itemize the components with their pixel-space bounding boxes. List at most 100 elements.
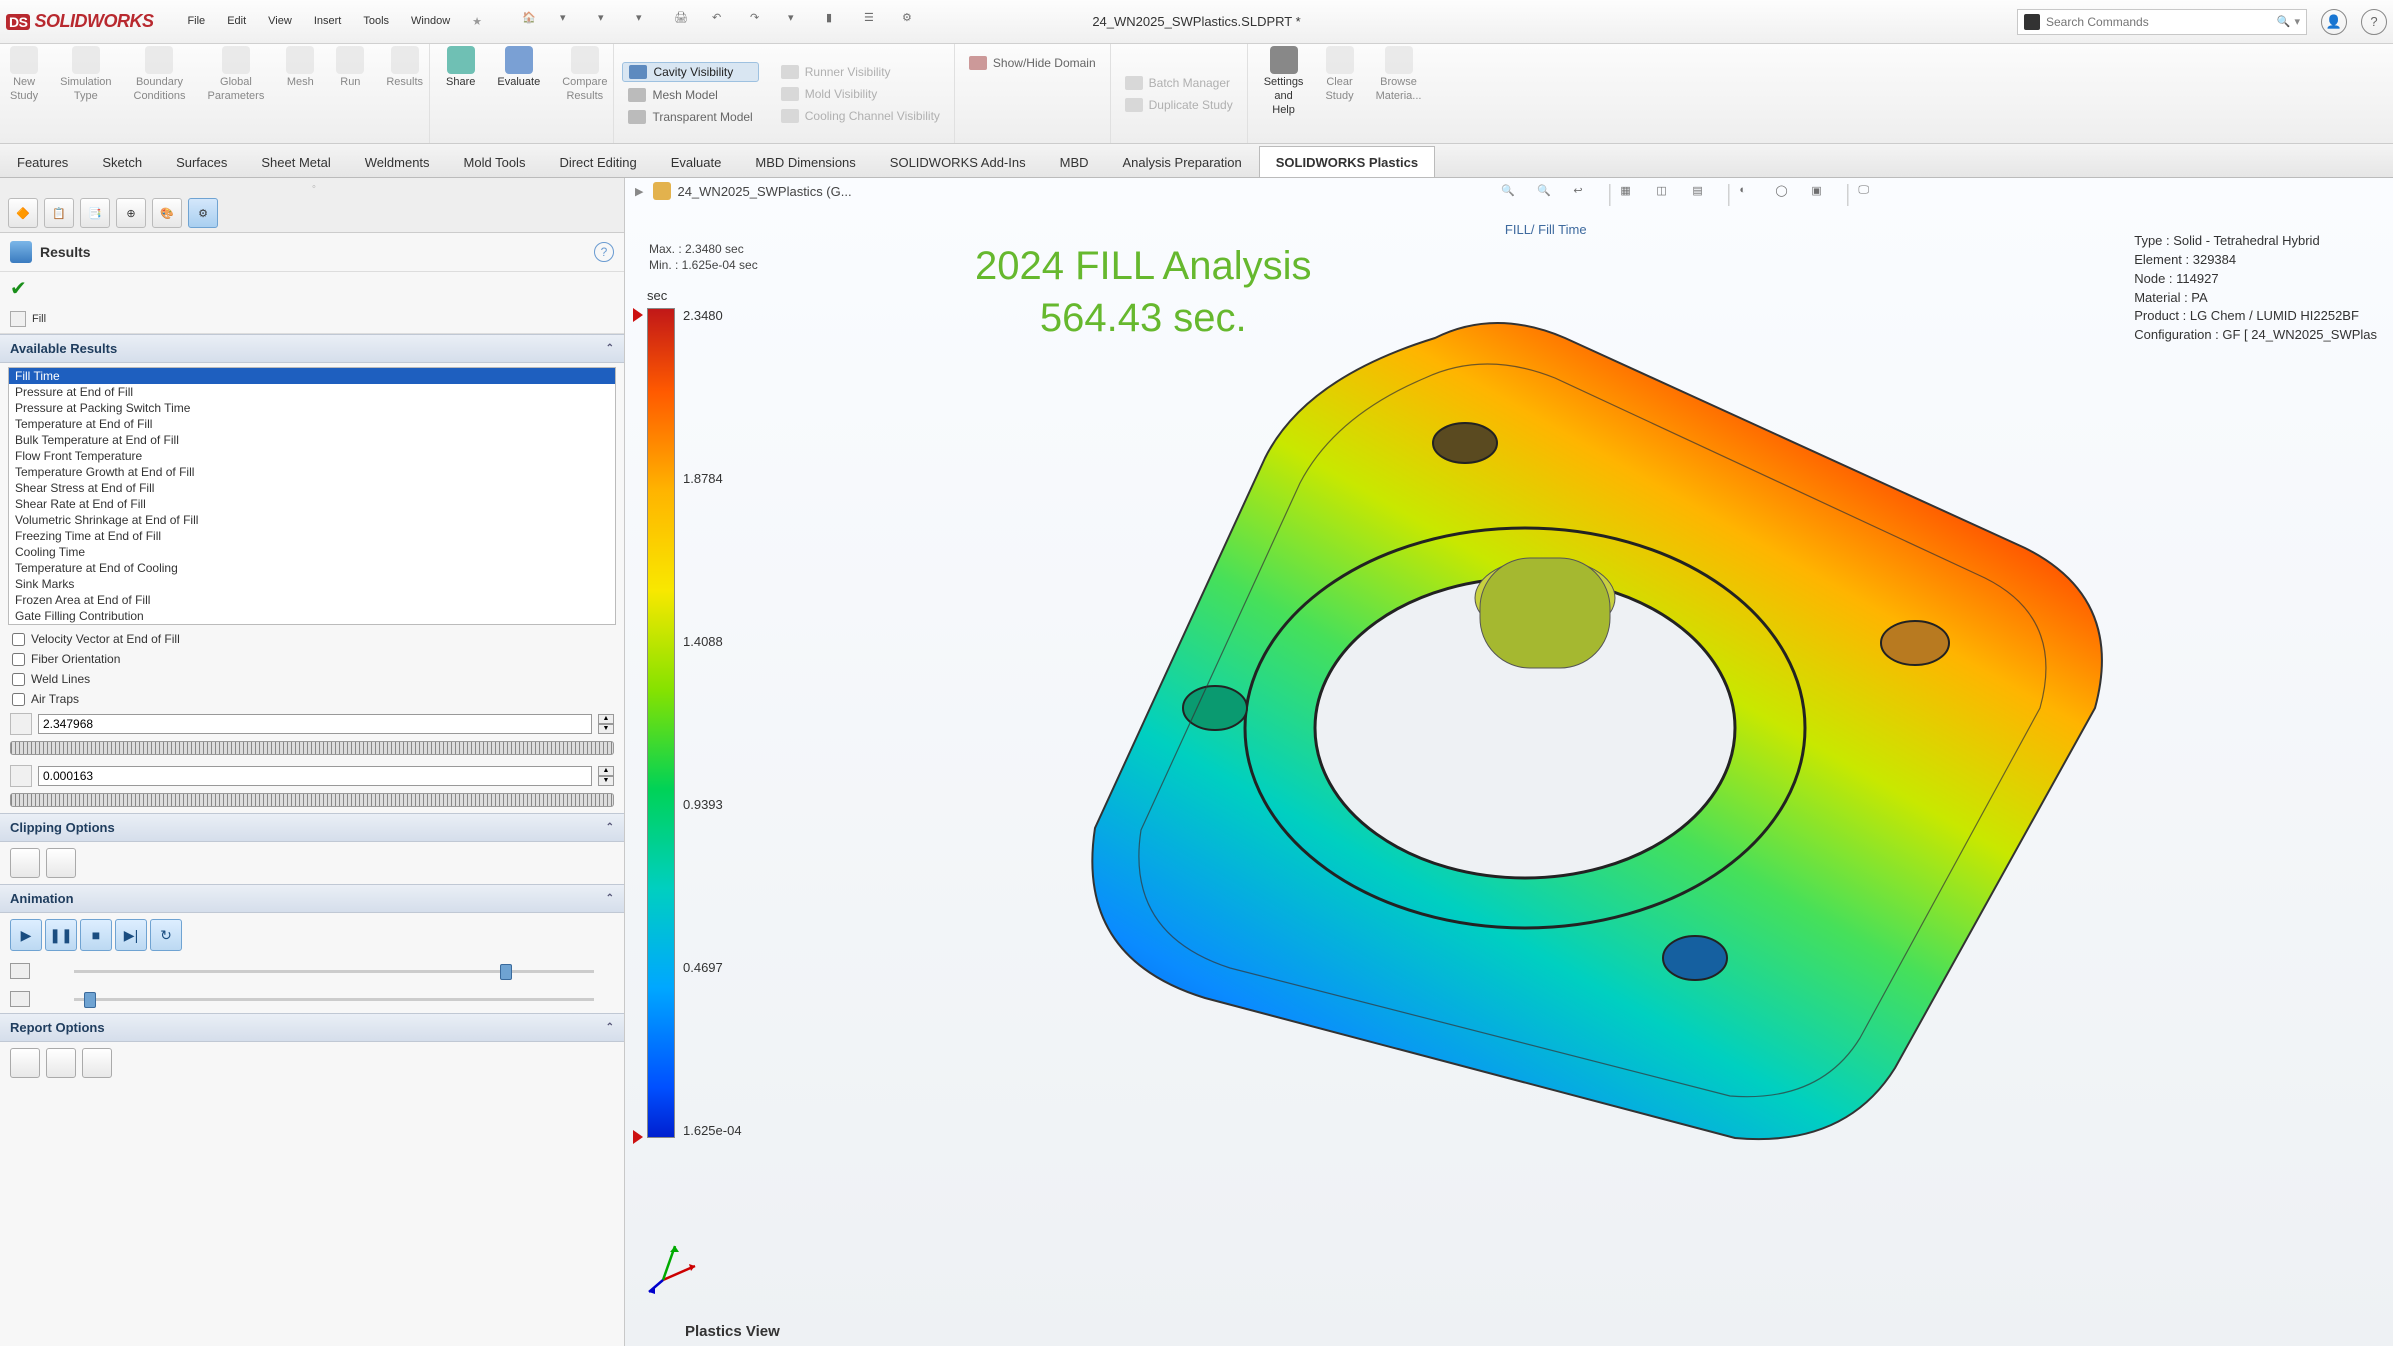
open-icon[interactable]: ▾ [598, 11, 620, 33]
play-button[interactable]: ▶ [10, 919, 42, 951]
result-item[interactable]: Flow Front Temperature [9, 448, 615, 464]
min-slider[interactable] [10, 793, 614, 807]
breadcrumb-expand-icon[interactable]: ▶ [635, 185, 643, 198]
min-spinner-input[interactable] [38, 766, 592, 786]
apply-scene-icon[interactable]: ▣ [1811, 184, 1837, 210]
view-orientation-icon[interactable]: ◫ [1656, 184, 1682, 210]
spinner-up-icon-2[interactable]: ▲ [598, 766, 614, 776]
report-options-header[interactable]: Report Options⌃ [0, 1013, 624, 1042]
spinner-up-icon[interactable]: ▲ [598, 714, 614, 724]
tab-sheet-metal[interactable]: Sheet Metal [244, 146, 347, 177]
plastics-manager-tab[interactable]: ⚙ [188, 198, 218, 228]
cavity-visibility-toggle[interactable]: Cavity Visibility [622, 62, 758, 82]
breadcrumb[interactable]: 24_WN2025_SWPlastics (G... [653, 182, 851, 200]
menu-window[interactable]: Window [401, 11, 460, 32]
check-weld[interactable]: Weld Lines [0, 669, 624, 689]
result-item[interactable]: Volumetric Shrinkage at End of Fill [9, 512, 615, 528]
result-item[interactable]: Fill Time [9, 368, 615, 384]
result-item[interactable]: Pressure at End of Fill [9, 384, 615, 400]
settings-gear-icon[interactable]: ⚙ [902, 11, 924, 33]
available-results-list[interactable]: Fill TimePressure at End of FillPressure… [8, 367, 616, 625]
hide-show-icon[interactable]: ◐ [1739, 184, 1765, 210]
display-style-icon[interactable]: ▤ [1692, 184, 1718, 210]
result-item[interactable]: Freezing Time at End of Fill [9, 528, 615, 544]
edit-appearance-icon[interactable]: ◯ [1775, 184, 1801, 210]
menu-pin-icon[interactable]: ★ [462, 11, 492, 32]
clip-plane-button[interactable] [10, 848, 40, 878]
graphics-viewport[interactable]: ▶ 24_WN2025_SWPlastics (G... 🔍 🔍 ↩ ▦ ◫ ▤… [625, 178, 2393, 1346]
mesh-model-toggle[interactable]: Mesh Model [622, 86, 758, 104]
check-airtraps[interactable]: Air Traps [0, 689, 624, 709]
tab-evaluate[interactable]: Evaluate [654, 146, 739, 177]
max-spinner-input[interactable] [38, 714, 592, 734]
configuration-manager-tab[interactable]: 📑 [80, 198, 110, 228]
animation-header[interactable]: Animation⌃ [0, 884, 624, 913]
animation-frame-slider[interactable] [74, 961, 594, 981]
max-value-spinner[interactable]: ▲▼ [0, 709, 624, 739]
ok-button[interactable]: ✔ [0, 272, 624, 305]
result-item[interactable]: Frozen Area at End of Fill [9, 592, 615, 608]
check-velocity[interactable]: Velocity Vector at End of Fill [0, 629, 624, 649]
available-results-header[interactable]: Available Results⌃ [0, 334, 624, 363]
save-icon[interactable]: ▾ [636, 11, 658, 33]
tab-solidworks-add-ins[interactable]: SOLIDWORKS Add-Ins [873, 146, 1043, 177]
study-fill-row[interactable]: Fill [0, 305, 624, 334]
menu-file[interactable]: File [177, 11, 215, 32]
tab-mold-tools[interactable]: Mold Tools [447, 146, 543, 177]
panel-help-icon[interactable]: ? [594, 242, 614, 262]
user-account-icon[interactable]: 👤 [2321, 9, 2347, 35]
search-icon[interactable]: 🔍 [2277, 15, 2291, 28]
result-item[interactable]: Shear Stress at End of Fill [9, 480, 615, 496]
search-input[interactable] [2046, 15, 2277, 29]
settings-help-button[interactable]: SettingsandHelp [1258, 44, 1310, 143]
rebuild-icon[interactable]: ▮ [826, 11, 848, 33]
tab-weldments[interactable]: Weldments [348, 146, 447, 177]
tab-mbd[interactable]: MBD [1043, 146, 1106, 177]
result-item[interactable]: Temperature at End of Cooling [9, 560, 615, 576]
report-doc-button[interactable] [10, 1048, 40, 1078]
zoom-area-icon[interactable]: 🔍 [1537, 184, 1563, 210]
clipping-options-header[interactable]: Clipping Options⌃ [0, 813, 624, 842]
new-icon[interactable]: ▾ [560, 11, 582, 33]
result-item[interactable]: Temperature at End of Fill [9, 416, 615, 432]
menu-view[interactable]: View [258, 11, 302, 32]
pane-splitter-top[interactable]: ◦ [0, 178, 624, 192]
stop-button[interactable]: ■ [80, 919, 112, 951]
report-ppt-button[interactable] [46, 1048, 76, 1078]
pause-button[interactable]: ❚❚ [45, 919, 77, 951]
section-view-icon[interactable]: ▦ [1620, 184, 1646, 210]
help-icon[interactable]: ? [2361, 9, 2387, 35]
dimxpert-manager-tab[interactable]: ⊕ [116, 198, 146, 228]
home-icon[interactable]: 🏠 [522, 11, 544, 33]
loop-button[interactable]: ↻ [150, 919, 182, 951]
tab-direct-editing[interactable]: Direct Editing [542, 146, 653, 177]
step-button[interactable]: ▶| [115, 919, 147, 951]
tab-sketch[interactable]: Sketch [85, 146, 159, 177]
show-hide-domain-button[interactable]: Show/Hide Domain [963, 54, 1102, 72]
select-icon[interactable]: ▾ [788, 11, 810, 33]
tab-analysis-preparation[interactable]: Analysis Preparation [1106, 146, 1259, 177]
evaluate-button[interactable]: Evaluate [491, 44, 546, 143]
spinner-down-icon[interactable]: ▼ [598, 724, 614, 734]
result-item[interactable]: Sink Marks [9, 576, 615, 592]
check-fiber[interactable]: Fiber Orientation [0, 649, 624, 669]
display-manager-tab[interactable]: 🎨 [152, 198, 182, 228]
result-item[interactable]: Bulk Temperature at End of Fill [9, 432, 615, 448]
menu-edit[interactable]: Edit [217, 11, 256, 32]
tab-solidworks-plastics[interactable]: SOLIDWORKS Plastics [1259, 146, 1435, 177]
feature-manager-tab[interactable]: 🔶 [8, 198, 38, 228]
min-value-spinner[interactable]: ▲▼ [0, 761, 624, 791]
menu-tools[interactable]: Tools [353, 11, 399, 32]
result-item[interactable]: Gate Filling Contribution [9, 608, 615, 624]
clip-iso-button[interactable] [46, 848, 76, 878]
max-slider[interactable] [10, 741, 614, 755]
animation-speed-slider[interactable] [74, 989, 594, 1009]
search-dropdown-icon[interactable]: ▾ [2294, 15, 2300, 28]
tab-surfaces[interactable]: Surfaces [159, 146, 244, 177]
property-manager-tab[interactable]: 📋 [44, 198, 74, 228]
spinner-down-icon-2[interactable]: ▼ [598, 776, 614, 786]
share-button[interactable]: Share [440, 44, 481, 143]
tab-features[interactable]: Features [0, 146, 85, 177]
triad-axis-icon[interactable] [643, 1236, 703, 1296]
print-icon[interactable]: 🖨 [674, 11, 696, 33]
